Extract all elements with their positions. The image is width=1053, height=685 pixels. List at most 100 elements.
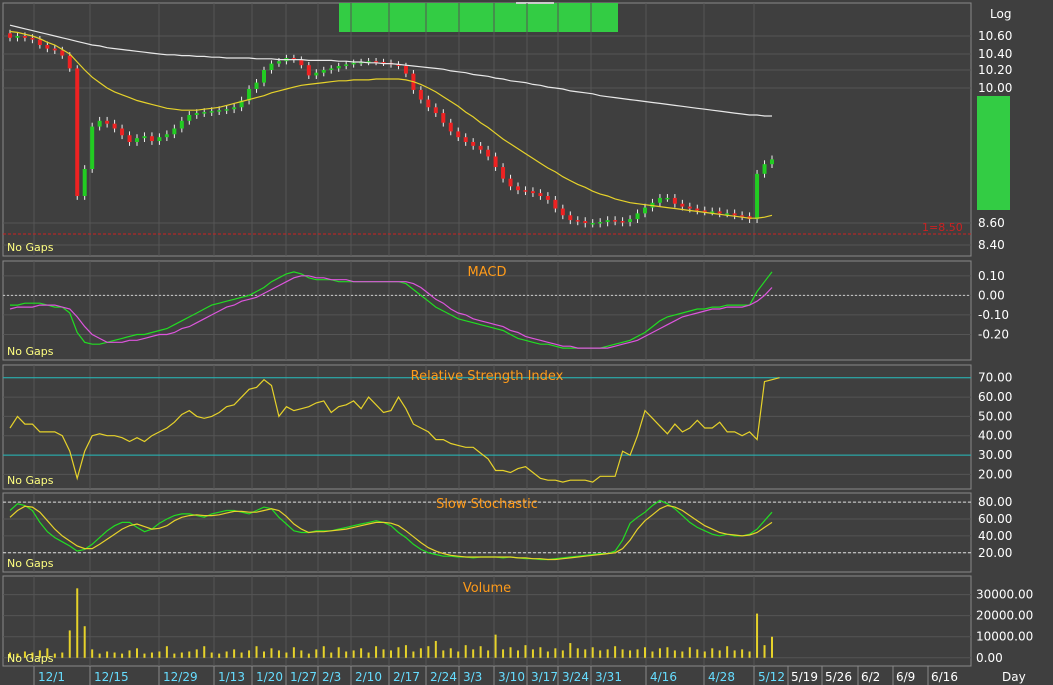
candle-body [628,219,633,223]
candle-body [657,197,662,203]
volume-bar [651,651,654,658]
volume-bar [180,652,183,658]
candle-body [60,50,65,56]
volume-bar [711,648,714,658]
candle-body [545,196,550,200]
candle-body [478,145,483,150]
candle-body [90,126,95,169]
candle-body [179,120,184,129]
volume-bar [546,651,549,658]
candle-body [22,36,27,38]
candle-body [560,208,565,216]
candle-body [8,33,12,38]
volume-bar [263,651,265,658]
volume-bar [255,646,258,658]
volume-bar [188,651,191,658]
volume-bar [576,648,579,658]
date-label: 4/28 [708,670,735,684]
candle-body [538,193,543,196]
candle-body [217,110,222,112]
price-tick-label: 10.40 [978,47,1012,61]
volume-bar [121,653,124,658]
candle-body [643,207,647,214]
volume-bar [397,647,400,658]
volume-bar [517,650,519,658]
indicator-tick-label: 60.00 [978,512,1012,526]
volume-bar [531,649,534,658]
scroll-thumb[interactable] [339,3,618,32]
volume-bar [360,648,363,658]
date-label: 12/15 [94,670,129,684]
candle-body [680,203,685,207]
indicator-tick-label: -0.20 [978,327,1009,341]
candle-body [120,128,125,136]
scale-label: Log [990,7,1011,21]
volume-bar [315,649,318,658]
volume-bar [614,646,617,658]
candle-body [620,221,625,223]
indicator-tick-label: 0.10 [978,269,1005,283]
volume-bar [487,650,490,658]
indicator-tick-label: 70.00 [978,371,1012,385]
volume-tick-label: 30000.00 [976,588,1033,602]
candle-body [575,220,580,222]
candle-body [321,70,326,73]
volume-bar [741,649,744,658]
indicator-tick-label: -0.10 [978,308,1009,322]
candle-body [351,62,356,65]
volume-bar [502,649,505,658]
price-tick-label: 10.20 [978,63,1012,77]
volume-bar [539,647,542,658]
volume-bar [322,646,325,658]
volume-bar [240,652,243,658]
volume-bar [68,630,71,658]
volume-bar [390,650,392,658]
candle-body [553,199,558,209]
candle-body [157,137,162,142]
volume-bar [606,649,609,658]
volume-bar [733,650,736,658]
candle-body [568,215,573,221]
date-label: 3/10 [498,670,525,684]
no-gaps-label-stochastic: No Gaps [7,557,54,570]
no-gaps-label-price: No Gaps [7,241,54,254]
candle-body [15,36,20,38]
candle-body [463,137,468,142]
volume-tick-label: 20000.00 [976,609,1033,623]
volume-bar [771,636,773,658]
candle-body [755,173,760,220]
volume-bar [98,653,101,658]
candle-body [142,136,147,139]
candle-body [605,220,610,223]
candle-body [717,211,722,214]
candle-body [344,64,349,66]
volume-bar [419,648,422,658]
volume-bar [569,643,572,658]
volume-bar [584,649,587,658]
volume-bar [106,651,109,658]
date-label: 3/31 [595,670,622,684]
candle-body [508,178,513,187]
indicator-tick-label: 0.00 [978,288,1005,302]
candle-body [762,164,767,174]
candle-body [202,112,207,114]
candle-body [426,99,431,108]
candle-body [665,197,670,200]
future-date-label: 6/16 [931,670,958,684]
volume-bar [277,650,280,658]
candle-body [516,186,520,191]
candle-body [224,109,229,111]
price-tick-label: 10.60 [978,29,1012,43]
candle-body [45,45,50,49]
volume-bar [479,646,482,658]
stock-chart[interactable]: Log Day 1=8.50 No Gaps No Gaps No Gaps N… [0,0,1053,685]
visible-range-bar[interactable] [977,96,1010,210]
candle-body [486,149,491,157]
volume-bar [210,652,213,658]
volume-bar [688,647,691,658]
volume-bar [270,648,273,658]
candle-body [433,107,438,114]
indicator-tick-label: 40.00 [978,429,1012,443]
volume-bar [337,647,340,658]
date-label: 4/16 [650,670,677,684]
